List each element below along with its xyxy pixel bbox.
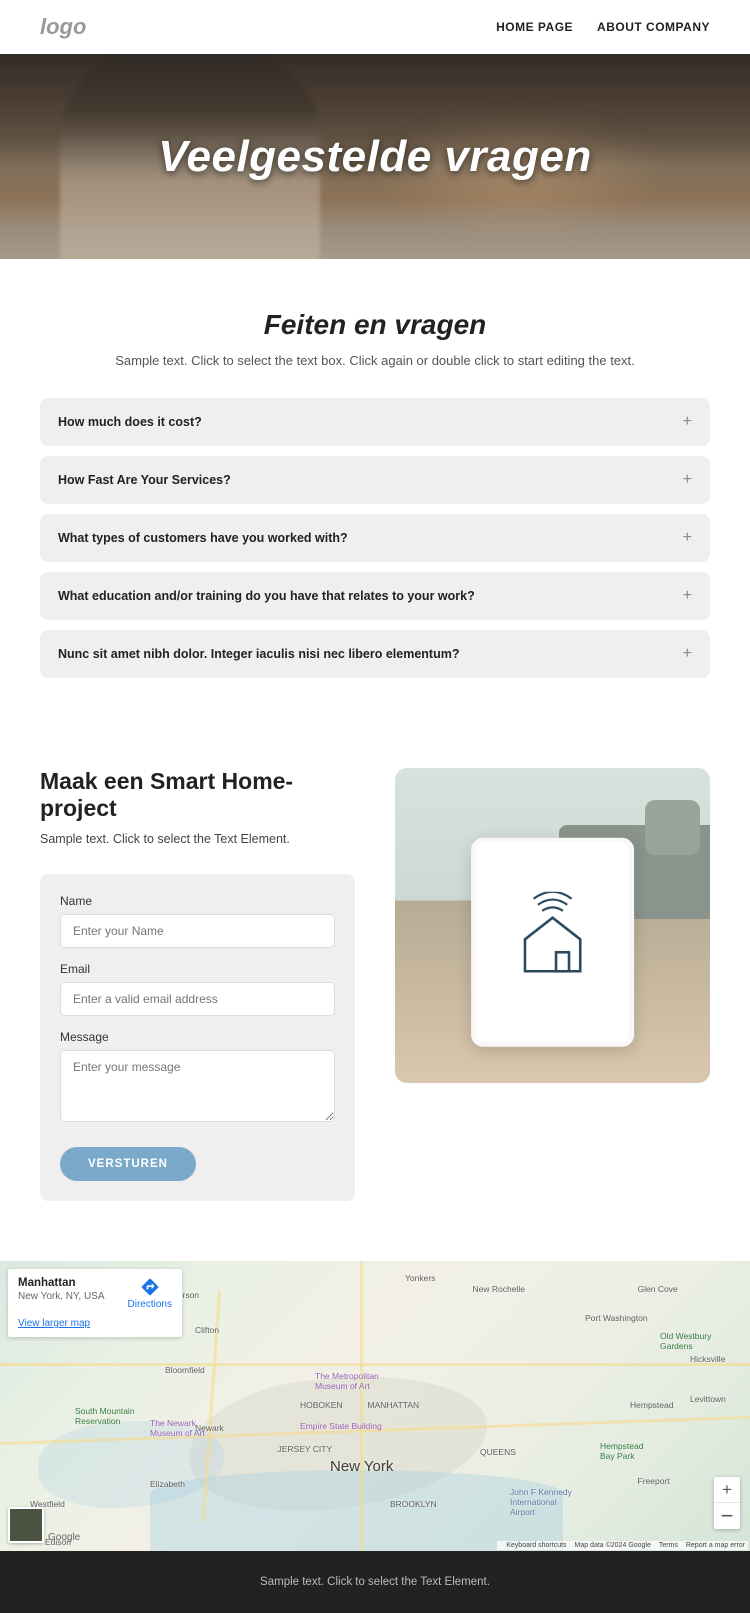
plus-icon: + — [683, 646, 692, 662]
directions-button[interactable]: Directions — [128, 1277, 172, 1310]
plus-icon: + — [683, 414, 692, 430]
map-section[interactable]: New York MANHATTAN BROOKLYN QUEENS Newar… — [0, 1261, 750, 1551]
plus-icon: + — [683, 472, 692, 488]
contact-form: Name Email Message VERSTUREN — [40, 874, 355, 1201]
accordion-item[interactable]: How Fast Are Your Services? + — [40, 456, 710, 504]
accordion-question: What types of customers have you worked … — [58, 531, 348, 545]
map-data-copyright: Map data ©2024 Google — [575, 1542, 651, 1549]
map-label: New Rochelle — [473, 1284, 525, 1294]
map-label: Elizabeth — [150, 1479, 185, 1489]
plus-icon: + — [683, 530, 692, 546]
tablet-image — [395, 768, 710, 1083]
directions-label: Directions — [128, 1299, 172, 1310]
zoom-in-button[interactable]: + — [714, 1477, 740, 1503]
map-label: Hicksville — [690, 1354, 725, 1364]
smart-home-icon — [505, 892, 600, 992]
nav: HOME PAGE ABOUT COMPANY — [496, 20, 710, 34]
map-label: Hempstead Bay Park — [600, 1441, 660, 1461]
accordion-question: How much does it cost? — [58, 415, 202, 429]
map-label: MANHATTAN — [368, 1400, 420, 1410]
accordion-item[interactable]: Nunc sit amet nibh dolor. Integer iaculi… — [40, 630, 710, 678]
contact-left: Maak een Smart Home-project Sample text.… — [40, 768, 355, 1201]
faq-subtitle: Sample text. Click to select the text bo… — [40, 353, 710, 368]
map-label: Freeport — [638, 1476, 670, 1486]
map-label: Clifton — [195, 1325, 219, 1335]
accordion: How much does it cost? + How Fast Are Yo… — [40, 398, 710, 678]
map-satellite-toggle[interactable] — [8, 1507, 44, 1543]
form-group-name: Name — [60, 894, 335, 948]
map-label: Yonkers — [405, 1273, 435, 1283]
map-attribution: Keyboard shortcuts Map data ©2024 Google… — [497, 1541, 748, 1550]
map-city-label: New York — [330, 1458, 393, 1475]
google-logo: Google — [48, 1532, 80, 1543]
hero: Veelgestelde vragen — [0, 54, 750, 259]
map-label: Empire State Building — [300, 1421, 382, 1431]
name-label: Name — [60, 894, 335, 908]
accordion-question: Nunc sit amet nibh dolor. Integer iaculi… — [58, 647, 459, 661]
accordion-item[interactable]: How much does it cost? + — [40, 398, 710, 446]
map-card-address: New York, NY, USA — [18, 1291, 105, 1302]
map-label: QUEENS — [480, 1447, 516, 1457]
logo[interactable]: logo — [40, 14, 86, 40]
form-group-email: Email — [60, 962, 335, 1016]
nav-home[interactable]: HOME PAGE — [496, 20, 573, 34]
map-label: BROOKLYN — [390, 1499, 437, 1509]
directions-icon — [140, 1277, 160, 1297]
map-terms[interactable]: Terms — [659, 1542, 678, 1549]
map-zoom-controls: + − — [714, 1477, 740, 1529]
accordion-question: What education and/or training do you ha… — [58, 589, 475, 603]
name-input[interactable] — [60, 914, 335, 948]
map-label: John F Kennedy International Airport — [510, 1487, 580, 1517]
accordion-item[interactable]: What types of customers have you worked … — [40, 514, 710, 562]
map-label: Hempstead — [630, 1400, 673, 1410]
contact-title: Maak een Smart Home-project — [40, 768, 355, 822]
map-label: JERSEY CITY — [278, 1444, 333, 1454]
email-label: Email — [60, 962, 335, 976]
map-label: Port Washington — [585, 1313, 648, 1323]
map-label: Old Westbury Gardens — [660, 1331, 720, 1351]
accordion-question: How Fast Are Your Services? — [58, 473, 231, 487]
contact-subtitle: Sample text. Click to select the Text El… — [40, 832, 355, 846]
form-group-message: Message — [60, 1030, 335, 1127]
map-label: HOBOKEN — [300, 1400, 343, 1410]
map-label: South Mountain Reservation — [75, 1406, 135, 1426]
message-label: Message — [60, 1030, 335, 1044]
footer-text: Sample text. Click to select the Text El… — [25, 1576, 725, 1588]
map-label: Glen Cove — [638, 1284, 678, 1294]
map-kb-shortcuts[interactable]: Keyboard shortcuts — [506, 1542, 566, 1549]
map-card-title: Manhattan — [18, 1277, 105, 1289]
zoom-out-button[interactable]: − — [714, 1503, 740, 1529]
message-input[interactable] — [60, 1050, 335, 1122]
tablet-frame — [471, 837, 635, 1047]
map-label: The Newark Museum of Art — [150, 1418, 220, 1438]
contact-right — [395, 768, 710, 1083]
faq-title: Feiten en vragen — [40, 309, 710, 341]
map-label: Levittown — [690, 1394, 726, 1404]
header: logo HOME PAGE ABOUT COMPANY — [0, 0, 750, 54]
map-info-card: Manhattan New York, NY, USA Directions V… — [8, 1269, 182, 1337]
map-label: Bloomfield — [165, 1365, 205, 1375]
map-label: The Metropolitan Museum of Art — [315, 1371, 395, 1391]
submit-button[interactable]: VERSTUREN — [60, 1147, 196, 1181]
faq-section: Feiten en vragen Sample text. Click to s… — [0, 259, 750, 738]
email-input[interactable] — [60, 982, 335, 1016]
hero-title: Veelgestelde vragen — [158, 132, 591, 182]
nav-about[interactable]: ABOUT COMPANY — [597, 20, 710, 34]
plus-icon: + — [683, 588, 692, 604]
footer: Sample text. Click to select the Text El… — [0, 1551, 750, 1613]
accordion-item[interactable]: What education and/or training do you ha… — [40, 572, 710, 620]
contact-section: Maak een Smart Home-project Sample text.… — [0, 738, 750, 1261]
view-larger-map-link[interactable]: View larger map — [18, 1318, 172, 1329]
map-report[interactable]: Report a map error — [686, 1542, 745, 1549]
